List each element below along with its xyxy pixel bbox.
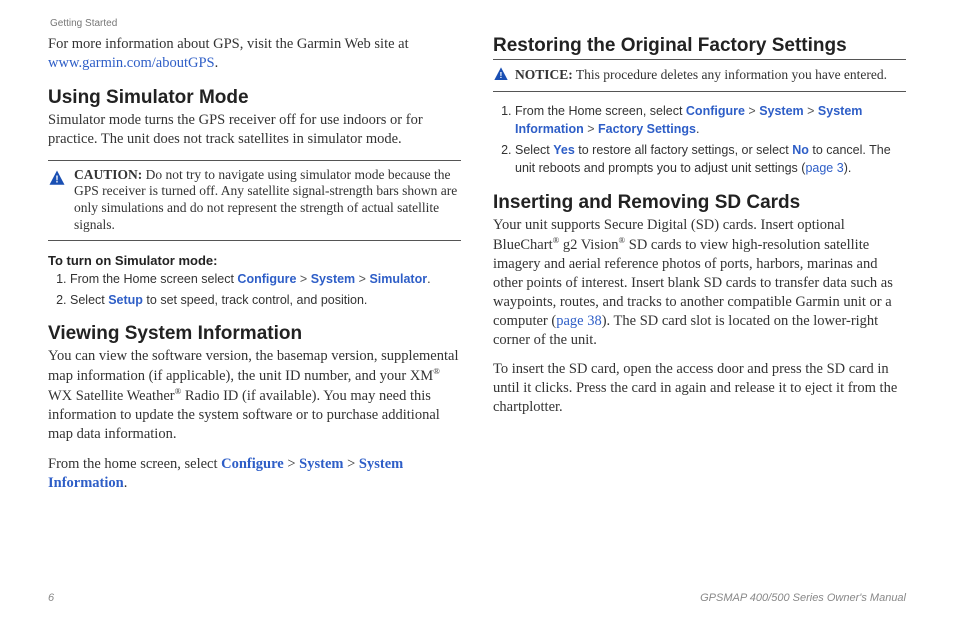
- gps-info-paragraph: For more information about GPS, visit th…: [48, 35, 461, 73]
- heading-sd-cards: Inserting and Removing SD Cards: [493, 192, 906, 214]
- svg-text:!: !: [500, 70, 503, 80]
- path-separator: >: [284, 456, 299, 472]
- manual-title: GPSMAP 400/500 Series Owner's Manual: [700, 592, 906, 604]
- menu-path-item: Simulator: [369, 272, 427, 286]
- text: From the home screen, select: [48, 456, 221, 472]
- sysinfo-description: You can view the software version, the b…: [48, 347, 461, 444]
- text: For more information about GPS, visit th…: [48, 36, 409, 52]
- manual-page: Getting Started For more information abo…: [0, 0, 954, 618]
- two-column-layout: For more information about GPS, visit th…: [48, 35, 906, 574]
- text: ).: [844, 161, 852, 175]
- page-number: 6: [48, 592, 54, 604]
- text: Select: [515, 143, 553, 157]
- menu-path-item: Configure: [221, 456, 284, 472]
- path-separator: >: [343, 456, 358, 472]
- step: Select Setup to set speed, track control…: [70, 291, 461, 309]
- heading-system-information: Viewing System Information: [48, 323, 461, 345]
- text: to restore all factory settings, or sele…: [575, 143, 792, 157]
- notice-callout: ! NOTICE: This procedure deletes any inf…: [493, 59, 906, 92]
- warning-icon: !: [493, 66, 509, 87]
- option-yes: Yes: [553, 143, 575, 157]
- menu-path-item: Configure: [686, 104, 745, 118]
- warning-icon: !: [48, 169, 66, 235]
- restore-steps: From the Home screen, select Configure >…: [493, 102, 906, 178]
- option-no: No: [792, 143, 809, 157]
- sd-insert-instructions: To insert the SD card, open the access d…: [493, 360, 906, 417]
- caution-text: CAUTION: Do not try to navigate using si…: [74, 167, 461, 235]
- caution-label: CAUTION:: [74, 167, 142, 182]
- svg-text:!: !: [55, 174, 58, 185]
- text: Select: [70, 293, 108, 307]
- section-header: Getting Started: [48, 18, 906, 29]
- text: .: [124, 475, 128, 491]
- page-ref-link[interactable]: page 3: [805, 161, 843, 175]
- sysinfo-path: From the home screen, select Configure >…: [48, 455, 461, 493]
- heading-turn-on-simulator: To turn on Simulator mode:: [48, 253, 461, 268]
- simulator-steps: From the Home screen select Configure > …: [48, 270, 461, 309]
- right-column: Restoring the Original Factory Settings …: [493, 35, 906, 574]
- path-separator: >: [355, 272, 369, 286]
- path-separator: >: [804, 104, 818, 118]
- step: From the Home screen select Configure > …: [70, 270, 461, 288]
- menu-path-item: System: [759, 104, 803, 118]
- menu-path-item: Setup: [108, 293, 143, 307]
- path-separator: >: [584, 122, 598, 136]
- sd-description: Your unit supports Secure Digital (SD) c…: [493, 216, 906, 351]
- heading-factory-settings: Restoring the Original Factory Settings: [493, 35, 906, 57]
- caution-callout: ! CAUTION: Do not try to navigate using …: [48, 160, 461, 242]
- path-separator: >: [296, 272, 310, 286]
- notice-text: NOTICE: This procedure deletes any infor…: [515, 67, 887, 84]
- text: From the Home screen select: [70, 272, 237, 286]
- notice-body: This procedure deletes any information y…: [573, 67, 887, 82]
- text: .: [215, 55, 219, 71]
- path-separator: >: [745, 104, 759, 118]
- garmin-gps-link[interactable]: www.garmin.com/aboutGPS: [48, 55, 215, 71]
- notice-label: NOTICE:: [515, 67, 573, 82]
- page-ref-link[interactable]: page 38: [556, 313, 602, 329]
- menu-path-item: Factory Settings: [598, 122, 696, 136]
- menu-path-item: System: [311, 272, 355, 286]
- menu-path-item: Configure: [237, 272, 296, 286]
- page-footer: 6 GPSMAP 400/500 Series Owner's Manual: [48, 574, 906, 604]
- step: Select Yes to restore all factory settin…: [515, 141, 906, 177]
- simulator-description: Simulator mode turns the GPS receiver of…: [48, 111, 461, 149]
- menu-path-item: System: [299, 456, 343, 472]
- text: to set speed, track control, and positio…: [143, 293, 367, 307]
- left-column: For more information about GPS, visit th…: [48, 35, 461, 574]
- heading-simulator-mode: Using Simulator Mode: [48, 87, 461, 109]
- text: From the Home screen, select: [515, 104, 686, 118]
- step: From the Home screen, select Configure >…: [515, 102, 906, 138]
- text: .: [696, 122, 699, 136]
